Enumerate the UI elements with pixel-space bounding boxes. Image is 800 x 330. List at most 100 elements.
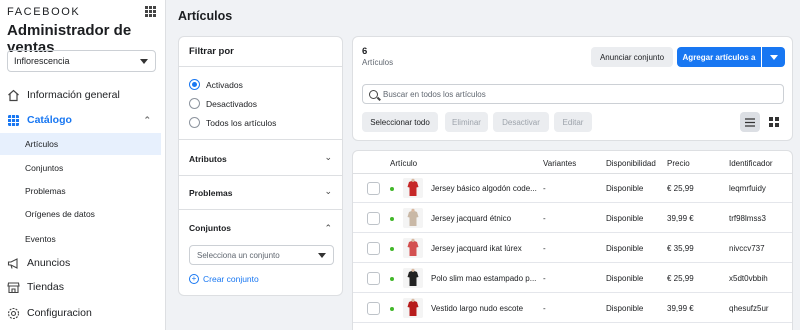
row-checkbox[interactable]: [367, 182, 380, 195]
set-select[interactable]: Selecciona un conjunto: [189, 245, 334, 265]
account-select[interactable]: Inflorescencia: [7, 50, 156, 72]
filter-option-all[interactable]: Todos los artículos: [189, 117, 276, 128]
item-name[interactable]: Vestido largo nudo escote: [431, 304, 523, 313]
set-select-placeholder: Selecciona un conjunto: [197, 251, 280, 260]
nav-item-label: Configuracion: [27, 307, 92, 319]
item-name[interactable]: Jersey jacquard étnico: [431, 214, 511, 223]
item-variants: -: [543, 304, 546, 313]
item-identifier: qhesufz5ur: [729, 304, 769, 313]
delete-button[interactable]: Eliminar: [445, 112, 488, 132]
sidebar-item-articles[interactable]: Artículos: [0, 133, 161, 155]
nav-item-settings[interactable]: Configuracion: [0, 302, 165, 324]
radio-icon: [189, 98, 200, 109]
table-row[interactable]: Polo slim mao estampado p... - Disponibl…: [353, 264, 792, 293]
status-active-dot: [390, 187, 394, 191]
item-price: € 25,99: [667, 274, 694, 283]
nav-item-label: Información general: [27, 89, 120, 101]
account-select-value: Inflorescencia: [14, 56, 70, 66]
select-all-button[interactable]: Seleccionar todo: [362, 112, 438, 132]
list-icon: [745, 117, 755, 127]
deactivate-button[interactable]: Desactivar: [493, 112, 549, 132]
plus-circle-icon: +: [189, 274, 199, 284]
item-availability: Disponible: [606, 184, 644, 193]
product-image: [403, 298, 423, 318]
divider: [179, 66, 342, 67]
caret-down-icon: [769, 54, 778, 60]
status-active-dot: [390, 217, 394, 221]
item-count: 6: [362, 46, 368, 57]
row-checkbox[interactable]: [367, 242, 380, 255]
page-title: Artículos: [178, 9, 233, 23]
edit-button[interactable]: Editar: [554, 112, 592, 132]
product-image: [403, 268, 423, 288]
home-icon: [7, 89, 20, 102]
item-variants: -: [543, 244, 546, 253]
item-identifier: trf98lmss3: [729, 214, 766, 223]
column-header-variants[interactable]: Variantes: [543, 159, 576, 168]
filter-section-sets[interactable]: Conjuntos: [189, 223, 231, 233]
filter-option-active[interactable]: Activados: [189, 79, 243, 90]
column-header-price[interactable]: Precio: [667, 159, 690, 168]
item-name[interactable]: Polo slim mao estampado p...: [431, 274, 536, 283]
list-view-toggle[interactable]: [740, 112, 760, 132]
radio-icon: [189, 117, 200, 128]
column-header-availability[interactable]: Disponibilidad: [606, 159, 656, 168]
item-price: 39,99 €: [667, 214, 694, 223]
item-variants: -: [543, 214, 546, 223]
item-availability: Disponible: [606, 274, 644, 283]
advertise-set-button[interactable]: Anunciar conjunto: [591, 47, 673, 67]
radio-label: Todos los artículos: [206, 117, 277, 128]
item-name[interactable]: Jersey básico algodón code...: [431, 184, 537, 193]
row-checkbox[interactable]: [367, 272, 380, 285]
item-identifier: nivccv737: [729, 244, 765, 253]
item-availability: Disponible: [606, 244, 644, 253]
table-row[interactable]: Jersey jacquard ikat lúrex - Disponible …: [353, 234, 792, 263]
create-set-link[interactable]: + Crear conjunto: [189, 274, 259, 284]
sidebar-item-problems[interactable]: Problemas: [0, 180, 161, 202]
filter-section-attributes[interactable]: Atributos: [189, 154, 227, 164]
column-header-identifier[interactable]: Identificador: [729, 159, 773, 168]
sidebar-item-sets[interactable]: Conjuntos: [0, 157, 161, 179]
item-availability: Disponible: [606, 304, 644, 313]
nav-item-ads[interactable]: Anuncios: [0, 252, 165, 274]
item-name[interactable]: Jersey jacquard ikat lúrex: [431, 244, 522, 253]
add-items-dropdown-button[interactable]: [762, 47, 785, 67]
chevron-up-icon[interactable]: ⌃: [324, 223, 332, 234]
item-count-label: Artículos: [362, 58, 394, 67]
grid-icon: [769, 117, 779, 127]
filter-panel: Filtrar por Activados Desactivados Todos…: [178, 36, 343, 296]
megaphone-icon: [7, 257, 20, 270]
search-icon: [369, 89, 378, 99]
radio-label: Activados: [206, 79, 243, 90]
sidebar-item-data-sources[interactable]: Orígenes de datos: [0, 203, 161, 225]
caret-down-icon: [318, 253, 326, 258]
column-header-item[interactable]: Artículo: [390, 159, 417, 168]
table-row[interactable]: Jersey jacquard étnico - Disponible 39,9…: [353, 204, 792, 233]
search-input[interactable]: Buscar en todos los artículos: [362, 84, 784, 104]
gear-icon: [7, 307, 20, 320]
filter-section-problems[interactable]: Problemas: [189, 188, 232, 198]
row-checkbox[interactable]: [367, 302, 380, 315]
table-row[interactable]: Jersey básico algodón code... - Disponib…: [353, 174, 792, 203]
apps-grid-icon[interactable]: [145, 6, 156, 17]
divider: [179, 139, 342, 140]
row-checkbox[interactable]: [367, 212, 380, 225]
brand-logo: FACEBOOK: [7, 6, 81, 18]
table-row[interactable]: Vestido largo nudo escote - Disponible 3…: [353, 294, 792, 323]
nav-item-label: Anuncios: [27, 257, 71, 269]
filter-option-inactive[interactable]: Desactivados: [189, 98, 257, 109]
chevron-up-icon[interactable]: ⌃: [143, 115, 151, 126]
add-items-button[interactable]: Agregar artículos a: [677, 47, 761, 67]
product-thumbnail: [403, 208, 423, 228]
items-toolbar-panel: 6 Artículos Anunciar conjunto Agregar ar…: [352, 36, 793, 141]
nav-item-shops[interactable]: Tiendas: [0, 276, 165, 298]
nav-item-catalog[interactable]: Catálogo ⌃: [0, 109, 165, 131]
status-active-dot: [390, 307, 394, 311]
nav-item-overview[interactable]: Información general: [0, 84, 165, 106]
chevron-down-icon[interactable]: ⌄: [324, 152, 332, 163]
product-thumbnail: [403, 238, 423, 258]
item-identifier: x5dt0vbbih: [729, 274, 768, 283]
sidebar-item-events[interactable]: Eventos: [0, 228, 161, 250]
chevron-down-icon[interactable]: ⌄: [324, 186, 332, 197]
grid-view-toggle[interactable]: [764, 112, 784, 132]
